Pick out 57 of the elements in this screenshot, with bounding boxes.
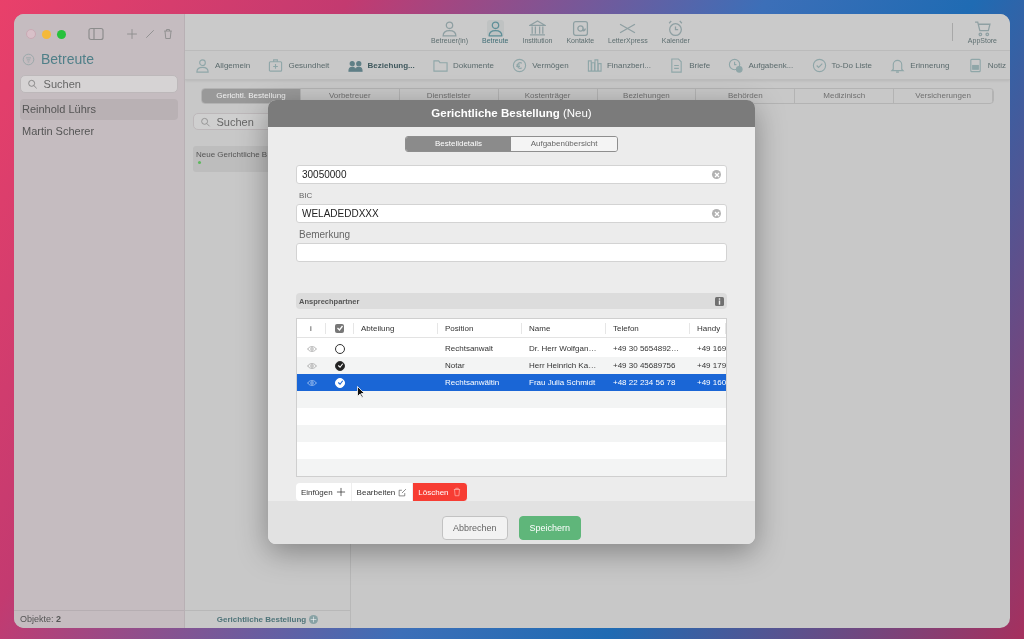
segment-tab[interactable]: Aufgabenübersicht	[511, 137, 617, 151]
sidebar-item[interactable]: Reinhold Lührs	[20, 99, 178, 120]
table-action-button[interactable]: Löschen	[413, 483, 468, 501]
text-input[interactable]: WELADEDDXXX	[302, 208, 712, 219]
section-button[interactable]: Vermögen	[512, 57, 569, 73]
section-button[interactable]: Gesundheit	[268, 57, 330, 73]
text-input[interactable]: 30050000	[302, 169, 712, 180]
column-header[interactable]: Abteilung	[354, 322, 438, 334]
sidebar-title: Betreute	[41, 51, 94, 67]
search-input[interactable]: Suchen	[43, 78, 171, 90]
table-cell: Rechtsanwalt	[445, 344, 494, 353]
column-header[interactable]: Name	[522, 322, 606, 334]
section-button[interactable]: Allgemein	[195, 57, 251, 73]
tab[interactable]: Medizinisch	[795, 89, 895, 103]
sidebar-item[interactable]: Martin Scherer	[20, 121, 178, 142]
table-action-button[interactable]: Bearbeiten	[351, 483, 414, 501]
text-field[interactable]: WELADEDDXXX	[296, 204, 727, 223]
tab[interactable]: Versicherungen	[894, 89, 993, 103]
object-count: Objekte: 2	[14, 610, 184, 628]
table-cell: Dr. Herr Wolfgan…	[529, 344, 597, 353]
table-cell: Rechtsanwältin	[445, 378, 500, 387]
field-label: BIC	[299, 191, 314, 200]
table-cell: +48 22 234 56 78	[613, 378, 676, 387]
tab[interactable]: Gerichtl. Bestellung	[202, 89, 301, 103]
table-cell: +49 179	[697, 361, 726, 370]
section-button[interactable]: Finanzberi...	[586, 57, 651, 73]
section-button[interactable]: Notiz	[967, 57, 1006, 73]
section-button[interactable]: Beziehung...	[347, 57, 415, 73]
dialog-button[interactable]: Speichern	[518, 516, 582, 540]
column-header[interactable]: i	[297, 322, 326, 334]
table-row[interactable]: Notar Herr Heinrich Ka… +49 30 45689756 +49 179	[297, 357, 726, 374]
table-cell: Herr Heinrich Ka…	[529, 361, 597, 370]
table-cell: +49 30 5654892…	[613, 344, 680, 353]
field-label: Bemerkung	[299, 229, 352, 240]
table-cell: +49 30 45689756	[613, 361, 676, 370]
table-action-button[interactable]: Einfügen	[296, 483, 352, 501]
section-button[interactable]: Dokumente	[433, 57, 494, 73]
table-cell: Notar	[445, 361, 465, 370]
table-cell: +49 169	[697, 344, 726, 353]
section-button[interactable]: Briefe	[669, 57, 711, 73]
column-header[interactable]: Telefon	[606, 322, 690, 334]
table-row[interactable]: Rechtsanwältin Frau Julia Schmidt +48 22 234 56 78 +49 160	[297, 374, 726, 391]
column-header[interactable]: Position	[438, 322, 522, 334]
table-cell: Frau Julia Schmidt	[529, 378, 596, 387]
dialog-title: Gerichtliche Bestellung (Neu)	[268, 100, 755, 127]
search-field[interactable]: Suchen	[20, 75, 178, 93]
dialog-button[interactable]: Abbrechen	[441, 516, 508, 540]
list-item-title: Neue Gerichtliche B	[196, 150, 269, 159]
add-order-link[interactable]: Gerichtliche Bestellung	[185, 610, 350, 628]
table-row[interactable]: Rechtsanwalt Dr. Herr Wolfgan… +49 30 5654892… +49 169	[297, 340, 726, 357]
section-button[interactable]: Erinnerung	[890, 57, 950, 73]
section-button[interactable]: To-Do Liste	[811, 57, 873, 73]
segment-tab[interactable]: Bestelldetails	[406, 137, 511, 151]
text-field[interactable]: 30050000	[296, 165, 727, 184]
section-button[interactable]: Aufgabenk...	[728, 57, 794, 73]
column-header[interactable]: Handy	[690, 322, 726, 334]
table-cell: +49 160	[697, 378, 726, 387]
